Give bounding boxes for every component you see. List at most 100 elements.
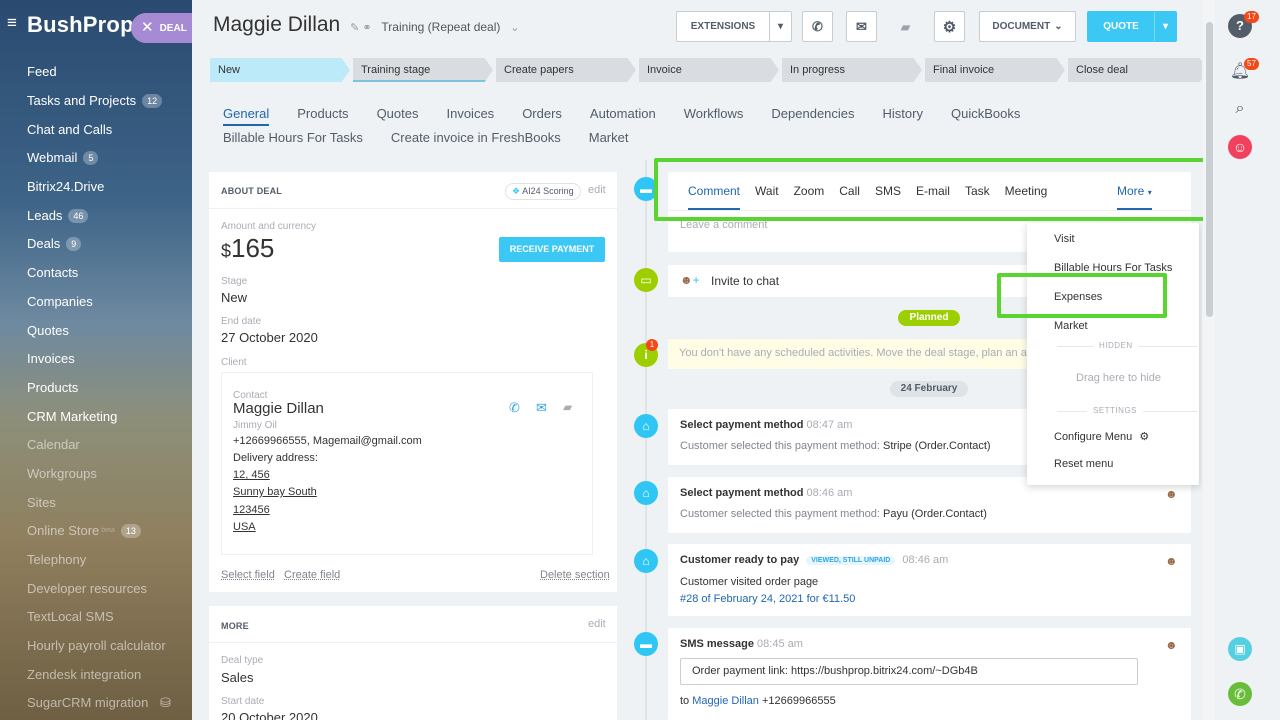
tab[interactable]: Billable Hours For Tasks [223, 128, 363, 152]
tab[interactable]: Dependencies [771, 104, 854, 128]
stage-item[interactable]: New [210, 58, 350, 82]
email-button[interactable]: ✉ [846, 11, 877, 42]
extensions-button[interactable]: EXTENSIONS ▾ [676, 11, 792, 42]
delete-section-link[interactable]: Delete section [540, 569, 610, 581]
deal-label: DEAL [159, 23, 187, 34]
document-label: DOCUMENT [992, 21, 1051, 32]
tab[interactable]: QuickBooks [951, 104, 1020, 128]
tab[interactable]: Market [589, 128, 629, 152]
scoring-label: AI24 Scoring [522, 186, 574, 196]
phone-icon[interactable]: ✆ [509, 400, 520, 416]
avatar[interactable]: ☻ [1165, 487, 1178, 501]
sidebar-item-label: SugarCRM migration [27, 695, 149, 711]
create-field-link[interactable]: Create field [284, 569, 340, 581]
sidebar-item[interactable]: Leads 46 [27, 201, 192, 230]
sidebar-item[interactable]: Tasks and Projects 12 [27, 87, 192, 116]
drag-hide-zone[interactable]: Drag here to hide [1076, 372, 1161, 384]
stage-item[interactable]: Invoice [639, 58, 779, 82]
stage-item[interactable]: Close deal [1068, 58, 1202, 82]
sidebar-item[interactable]: Telephony [27, 546, 192, 575]
tab[interactable]: Invoices [446, 104, 494, 128]
sidebar-item[interactable]: Zendesk integration [27, 660, 192, 689]
avatar[interactable]: ☻ [1165, 638, 1178, 652]
menu-item-reset[interactable]: Reset menu [1054, 458, 1113, 470]
avatar[interactable]: ☺ [1228, 135, 1252, 159]
quote-button[interactable]: QUOTE ▾ [1087, 11, 1177, 42]
sidebar-item[interactable]: Contacts [27, 259, 192, 288]
deal-category[interactable]: Training (Repeat deal) [381, 20, 500, 34]
feed-body-text: Customer selected this payment method: [680, 440, 880, 452]
edit-link[interactable]: edit [588, 184, 606, 196]
address-line[interactable]: USA [233, 521, 256, 533]
phone-icon[interactable]: ✆ [1228, 682, 1252, 706]
contact-name[interactable]: Maggie Dillan [233, 400, 324, 417]
close-icon: ✕ [141, 19, 154, 36]
select-field-link[interactable]: Select field [221, 569, 275, 581]
sidebar-item[interactable]: Products [27, 374, 192, 403]
sidebar-item[interactable]: Quotes [27, 316, 192, 345]
tab[interactable]: Create invoice in FreshBooks [391, 128, 561, 152]
order-link[interactable]: #28 of February 24, 2021 for €11.50 [680, 593, 855, 605]
deal-title[interactable]: Maggie Dillan [213, 13, 340, 36]
sidebar-item[interactable]: CRM Marketing [27, 402, 192, 431]
sidebar-item[interactable]: Feed [27, 58, 192, 87]
stage-item[interactable]: Create papers [496, 58, 636, 82]
menu-item-market[interactable]: Market [1054, 320, 1088, 332]
address-line[interactable]: Sunny bay South [233, 486, 317, 498]
settings-icon[interactable]: ⛁ [160, 694, 171, 712]
tab[interactable]: History [883, 104, 923, 128]
receive-payment-button[interactable]: RECEIVE PAYMENT [499, 237, 605, 262]
sidebar-item[interactable]: SugarCRM migration ⛁ [27, 689, 192, 718]
scrollbar-thumb[interactable] [1206, 22, 1213, 317]
phone-button[interactable]: ✆ [802, 11, 833, 42]
sidebar-item-label: TextLocal SMS [27, 609, 114, 625]
chevron-down-icon[interactable]: ▾ [1154, 12, 1176, 41]
tab[interactable]: Automation [590, 104, 656, 128]
chat-icon[interactable]: ▰ [563, 400, 572, 414]
menu-icon[interactable]: ≡ [7, 14, 17, 31]
sidebar-item[interactable]: Sites [27, 488, 192, 517]
address-line[interactable]: 123456 [233, 504, 270, 516]
tab[interactable]: Orders [522, 104, 562, 128]
amount-label: Amount and currency [221, 221, 317, 232]
sidebar-item[interactable]: Hourly payroll calculator [27, 632, 192, 661]
sidebar-item[interactable]: Bitrix24.Drive [27, 173, 192, 202]
avatar[interactable]: ☻ [1165, 554, 1178, 568]
menu-item-visit[interactable]: Visit [1054, 233, 1075, 245]
stage-item[interactable]: Final invoice [925, 58, 1065, 82]
planned-badge: Planned [898, 310, 960, 326]
tab[interactable]: Products [297, 104, 348, 128]
tab[interactable]: Workflows [684, 104, 744, 128]
chevron-down-icon[interactable]: ⌄ [510, 22, 519, 34]
sidebar-item[interactable]: Calendar [27, 431, 192, 460]
sidebar-item[interactable]: TextLocal SMS [27, 603, 192, 632]
deal-close-button[interactable]: ✕ DEAL [131, 13, 192, 43]
tab[interactable]: Quotes [377, 104, 419, 128]
search-icon[interactable]: ⌕ [1228, 97, 1252, 121]
stage-item[interactable]: Training stage [353, 58, 493, 82]
tab[interactable]: General [223, 104, 270, 126]
open-lines-icon[interactable]: ▣ [1228, 637, 1252, 661]
sidebar-item[interactable]: Deals 9 [27, 230, 192, 259]
sidebar-item-label: Chat and Calls [27, 121, 113, 137]
sidebar-item[interactable]: Online Store beta 13 [27, 517, 192, 546]
sidebar-item[interactable]: Workgroups [27, 460, 192, 489]
document-button[interactable]: DOCUMENT ⌄ [979, 11, 1076, 42]
chat-button[interactable]: ▰ [890, 11, 921, 42]
sidebar-item[interactable]: Webmail 5 [27, 144, 192, 173]
logo[interactable]: BushProp [27, 12, 134, 38]
address-line[interactable]: 12, 456 [233, 469, 270, 481]
sidebar-item[interactable]: Invoices [27, 345, 192, 374]
settings-button[interactable]: ⚙ [934, 11, 965, 42]
ai-scoring-button[interactable]: ❖ AI24 Scoring [505, 183, 581, 200]
recipient-link[interactable]: Maggie Dillan [692, 695, 759, 707]
sidebar-item[interactable]: Developer resources [27, 574, 192, 603]
chevron-down-icon[interactable]: ▾ [769, 12, 791, 41]
mail-icon[interactable]: ✉ [536, 400, 547, 416]
edit-link[interactable]: edit [588, 618, 606, 630]
sidebar-item[interactable]: Chat and Calls [27, 115, 192, 144]
edit-pencil-icon[interactable]: ✎ ⚭ [350, 22, 372, 34]
stage-item[interactable]: In progress [782, 58, 922, 82]
sidebar-item[interactable]: Companies [27, 288, 192, 317]
menu-item-configure[interactable]: Configure Menu ⚙ [1054, 430, 1149, 443]
